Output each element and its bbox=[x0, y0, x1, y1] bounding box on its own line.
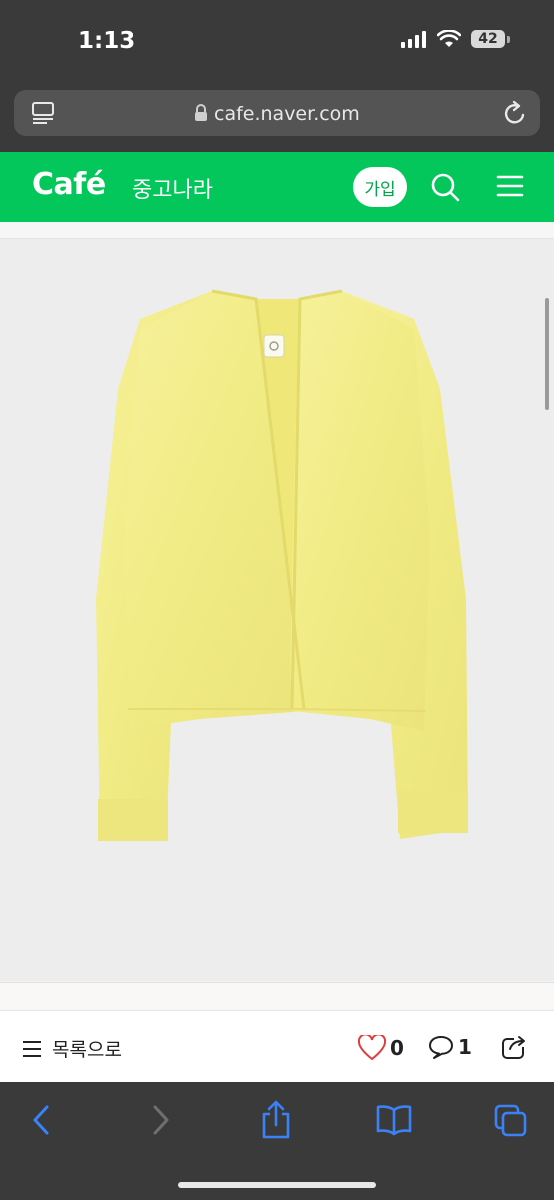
product-image[interactable] bbox=[0, 239, 554, 981]
url-field[interactable]: cafe.naver.com bbox=[14, 90, 540, 136]
search-icon[interactable] bbox=[430, 172, 460, 202]
url-text: cafe.naver.com bbox=[214, 103, 360, 125]
join-button[interactable]: 가입 bbox=[353, 167, 407, 207]
share-icon[interactable] bbox=[500, 1033, 528, 1061]
heart-icon bbox=[358, 1035, 386, 1061]
chevron-right-icon[interactable] bbox=[150, 1104, 172, 1136]
tabs-icon[interactable] bbox=[494, 1104, 528, 1138]
speech-bubble-icon bbox=[429, 1036, 453, 1059]
status-icons: 42 bbox=[401, 30, 510, 48]
comment-button[interactable]: 1 bbox=[428, 1035, 472, 1059]
status-time: 1:13 bbox=[78, 28, 136, 54]
list-icon bbox=[23, 1040, 41, 1057]
comment-count: 1 bbox=[458, 1035, 472, 1059]
reload-icon[interactable] bbox=[502, 99, 528, 127]
status-bar: 1:13 42 bbox=[0, 0, 554, 84]
cellular-signal-icon bbox=[401, 31, 426, 48]
cardigan-image bbox=[96, 289, 468, 841]
like-button[interactable]: 0 bbox=[358, 1035, 404, 1061]
header-spacer bbox=[0, 222, 554, 239]
back-to-list-label: 목록으로 bbox=[52, 1039, 122, 1061]
scroll-indicator bbox=[545, 298, 549, 410]
battery-indicator: 42 bbox=[471, 30, 505, 48]
back-to-list-button[interactable]: 목록으로 bbox=[22, 1035, 122, 1062]
hamburger-menu-icon[interactable] bbox=[496, 174, 524, 198]
chevron-left-icon[interactable] bbox=[30, 1104, 52, 1136]
cafe-name[interactable]: 중고나라 bbox=[132, 172, 213, 204]
battery-tip bbox=[507, 35, 510, 43]
article-toolbar: 목록으로 0 1 bbox=[0, 1010, 554, 1083]
cafe-logo[interactable]: Café bbox=[32, 167, 106, 202]
share-up-icon[interactable] bbox=[260, 1100, 292, 1140]
book-icon[interactable] bbox=[376, 1104, 412, 1136]
wifi-icon bbox=[437, 30, 461, 47]
reader-mode-icon[interactable] bbox=[30, 100, 56, 126]
lock-icon bbox=[195, 104, 207, 121]
like-count: 0 bbox=[390, 1036, 404, 1060]
content-divider bbox=[0, 982, 554, 1011]
cafe-header: Café 중고나라 가입 bbox=[0, 152, 554, 222]
home-indicator bbox=[178, 1182, 376, 1188]
browser-bar: cafe.naver.com bbox=[0, 84, 554, 152]
